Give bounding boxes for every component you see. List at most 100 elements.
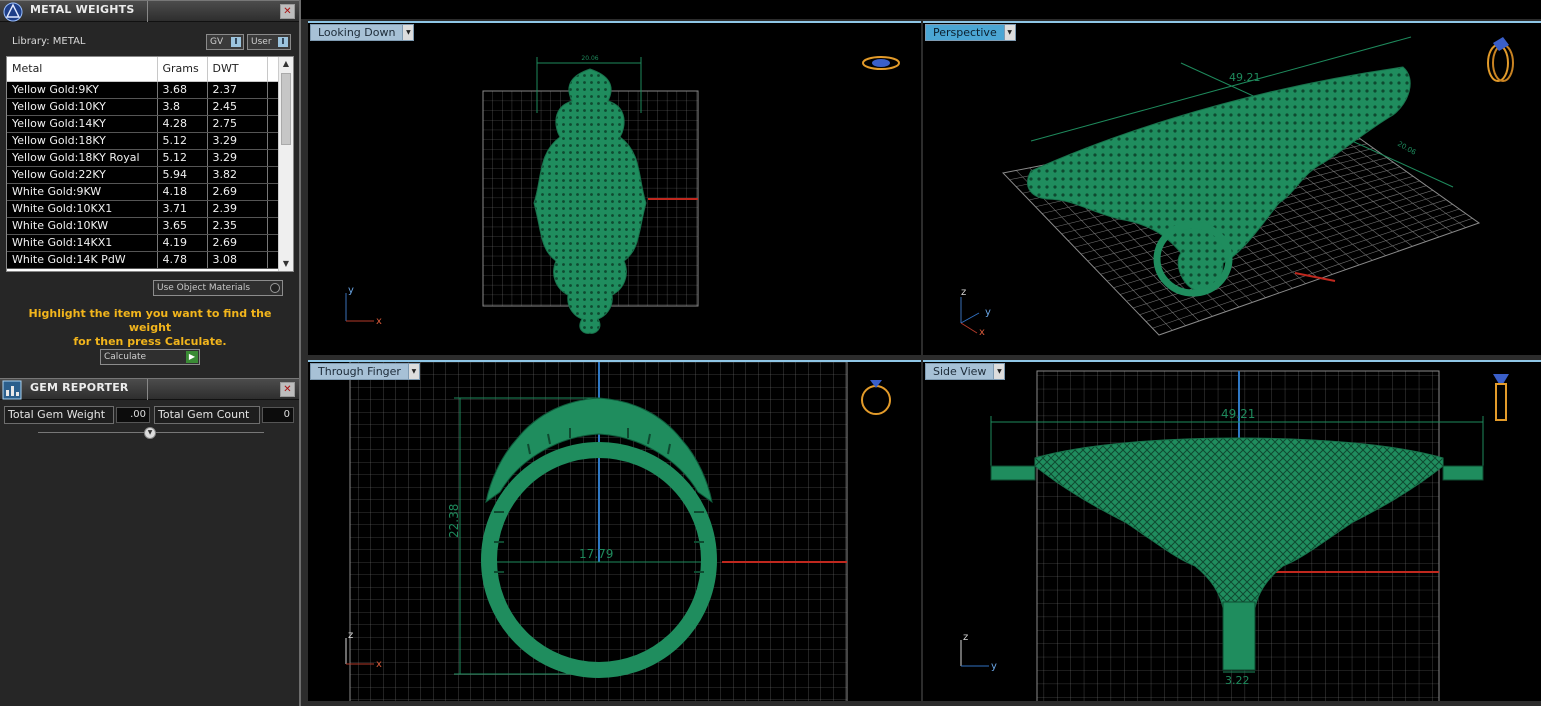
table-row[interactable]: White Gold:14KX1 4.19 2.69 (7, 234, 280, 252)
viewport-label: Side View (933, 365, 987, 378)
table-row[interactable]: Yellow Gold:9KY 3.68 2.37 (7, 81, 280, 99)
dwt-cell: 2.75 (207, 115, 268, 133)
perspective-canvas: 49.21 20.06 z y x (960, 36, 1514, 338)
viewport-looking-down[interactable]: Looking Down ▼ 20.06 y x (308, 21, 921, 355)
axis-triad: z y x (960, 287, 991, 338)
viewport-label: Looking Down (318, 26, 396, 39)
grams-cell: 5.12 (157, 149, 208, 167)
viewport-side-view[interactable]: Side View ▼ 49.21 3.22 z y (923, 360, 1541, 701)
side-wing-left (990, 465, 1036, 481)
through-finger-canvas: 22.38 17.79 z x (345, 362, 891, 701)
chevron-down-icon[interactable]: ▼ (1003, 25, 1015, 40)
hint-line-2: for then press Calculate. (73, 335, 227, 348)
viewport-tab-perspective[interactable]: Perspective ▼ (925, 24, 1016, 41)
metal-name-cell: White Gold:9KW (7, 183, 158, 201)
grams-cell: 4.28 (157, 115, 208, 133)
metal-name-cell: Yellow Gold:18KY (7, 132, 158, 150)
table-row[interactable]: White Gold:9KW 4.18 2.69 (7, 183, 280, 201)
calculate-hint: Highlight the item you want to find the … (10, 307, 290, 349)
axis-y-label: y (991, 661, 997, 672)
table-header-row: Metal Grams DWT (7, 57, 280, 82)
viewport-through-finger[interactable]: Through Finger ▼ 22.38 17.79 z x (308, 360, 921, 701)
side-view-canvas: 49.21 3.22 z y (960, 370, 1509, 701)
gv-label: GV (210, 37, 224, 47)
viewport-tab-looking-down[interactable]: Looking Down ▼ (310, 24, 415, 41)
table-row[interactable]: Yellow Gold:10KY 3.8 2.45 (7, 98, 280, 116)
viewport-tab-side-view[interactable]: Side View ▼ (925, 363, 1006, 380)
axis-y-label: y (985, 307, 991, 318)
metal-table[interactable]: Metal Grams DWT Yellow Gold:9KY 3.68 2.37 Y… (6, 56, 294, 272)
metal-name-cell: Yellow Gold:22KY (7, 166, 158, 184)
column-header-grams[interactable]: Grams (157, 57, 208, 82)
dwt-cell: 2.45 (207, 98, 268, 116)
dimension-label: 20.06 (581, 55, 598, 62)
metal-name-cell: White Gold:10KX1 (7, 200, 158, 218)
chevron-down-icon[interactable]: ▼ (993, 364, 1005, 379)
table-row[interactable]: Yellow Gold:14KY 4.28 2.75 (7, 115, 280, 133)
gv-toggle[interactable]: GV I (206, 34, 244, 50)
column-header-metal[interactable]: Metal (7, 57, 158, 82)
table-row[interactable]: Yellow Gold:22KY 5.94 3.82 (7, 166, 280, 184)
side-view-preview-icon (1493, 374, 1509, 421)
grams-cell: 3.65 (157, 217, 208, 235)
table-row[interactable]: White Gold:10KX1 3.71 2.39 (7, 200, 280, 218)
dwt-cell: 2.37 (207, 81, 268, 99)
axis-triad: y x (345, 285, 382, 327)
scroll-up-icon[interactable]: ▲ (279, 57, 293, 71)
table-row[interactable]: Yellow Gold:18KY 5.12 3.29 (7, 132, 280, 150)
axis-z-label: z (963, 632, 968, 643)
axis-x-label: x (376, 316, 382, 327)
dimension-label: 20.06 (1396, 140, 1418, 157)
through-finger-preview-icon (861, 380, 891, 415)
play-icon: ▶ (186, 351, 198, 363)
dimension-label: 22.38 (447, 504, 461, 538)
user-toggle[interactable]: User I (247, 34, 291, 50)
total-gem-weight-value: .00 (116, 407, 150, 423)
axis-y-label: y (348, 285, 354, 296)
dimension-label: 49.21 (1221, 407, 1255, 421)
dwt-cell: 3.82 (207, 166, 268, 184)
axis-x-label: x (979, 327, 985, 338)
table-row[interactable]: White Gold:10KW 3.65 2.35 (7, 217, 280, 235)
side-wing-right (1442, 465, 1484, 481)
scroll-down-icon[interactable]: ▼ (279, 257, 293, 271)
table-row[interactable]: Yellow Gold:18KY Royal 5.12 3.29 (7, 149, 280, 167)
viewport-tab-through-finger[interactable]: Through Finger ▼ (310, 363, 420, 380)
chevron-down-icon[interactable]: ▼ (402, 25, 414, 40)
total-gem-weight-label: Total Gem Weight (4, 406, 114, 424)
perspective-preview-icon (1487, 37, 1514, 82)
metal-name-cell: White Gold:14KX1 (7, 234, 158, 252)
axis-x-label: x (376, 659, 382, 670)
axis-z-label: z (348, 630, 353, 641)
top-strip (301, 0, 1541, 19)
viewport-perspective[interactable]: Perspective ▼ 49.21 20.06 z y x (923, 21, 1541, 355)
dwt-cell: 2.39 (207, 200, 268, 218)
library-label: Library: METAL (12, 36, 86, 47)
radio-icon (270, 283, 280, 293)
gem-reporter-title: GEM REPORTER (30, 381, 129, 394)
metal-weights-title: METAL WEIGHTS (30, 3, 135, 16)
close-icon[interactable]: ✕ (280, 4, 295, 19)
use-object-materials-label: Use Object Materials (157, 283, 251, 293)
gem-slider-knob[interactable]: ▼ (144, 427, 156, 439)
shank-stem (1222, 601, 1256, 671)
scroll-thumb[interactable] (281, 73, 291, 145)
close-icon[interactable]: ✕ (280, 382, 295, 397)
grams-cell: 3.68 (157, 81, 208, 99)
metal-name-cell: Yellow Gold:10KY (7, 98, 158, 116)
table-row[interactable]: White Gold:14K PdW 4.78 3.08 (7, 251, 280, 269)
total-gem-count-label: Total Gem Count (154, 406, 260, 424)
viewport-label: Through Finger (318, 365, 401, 378)
grams-cell: 5.94 (157, 166, 208, 184)
use-object-materials-button[interactable]: Use Object Materials (153, 280, 283, 296)
calculate-button[interactable]: Calculate ▶ (100, 349, 200, 365)
looking-down-canvas: 20.06 y x (345, 55, 900, 334)
table-scrollbar[interactable]: ▲ ▼ (278, 57, 293, 271)
viewport-label: Perspective (933, 26, 997, 39)
chevron-down-icon[interactable]: ▼ (407, 364, 419, 379)
grams-cell: 3.71 (157, 200, 208, 218)
metal-name-cell: White Gold:14K PdW (7, 251, 158, 269)
column-header-dwt[interactable]: DWT (207, 57, 268, 82)
dwt-cell: 3.08 (207, 251, 268, 269)
metal-name-cell: Yellow Gold:18KY Royal (7, 149, 158, 167)
